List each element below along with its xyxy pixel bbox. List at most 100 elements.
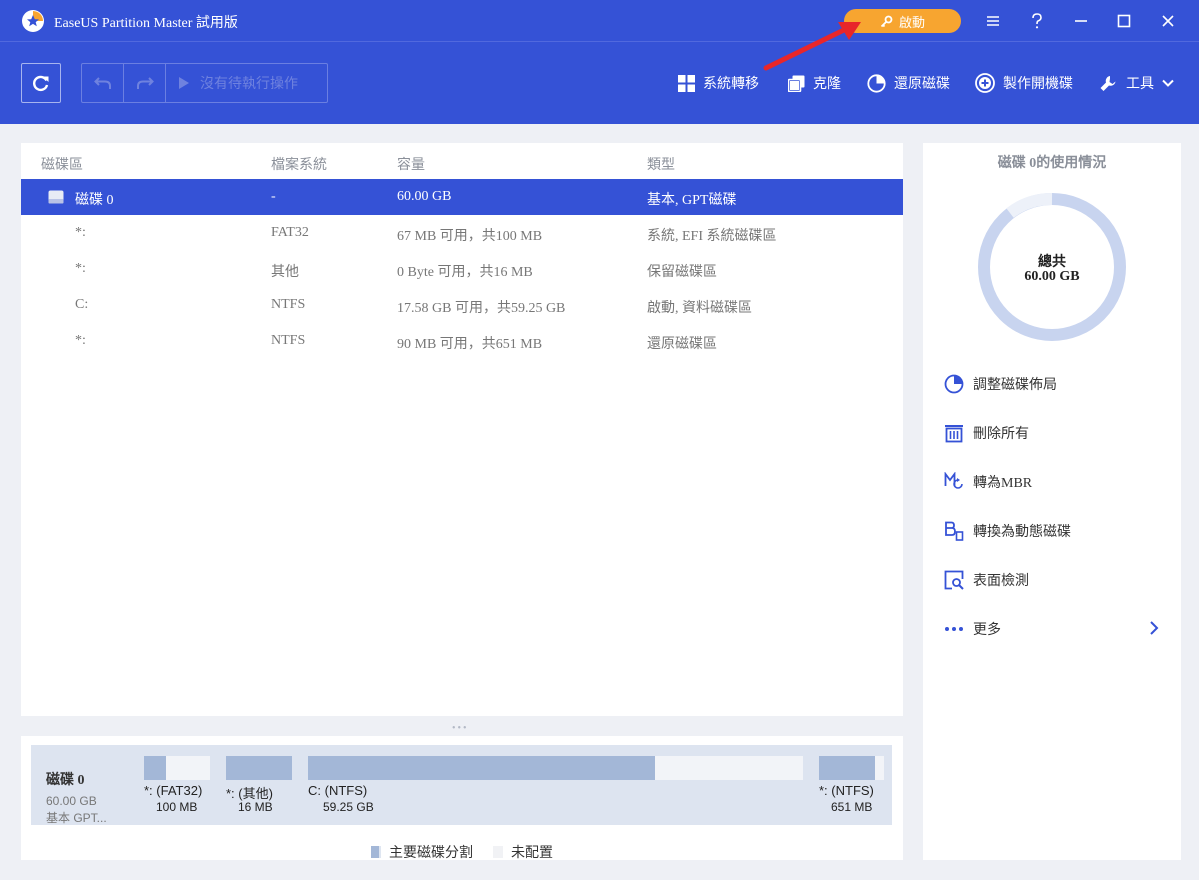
table-row[interactable]: C: NTFS 17.58 GB 可用，共59.25 GB 啟動, 資料磁碟區 — [21, 287, 903, 323]
convert-dynamic-icon — [945, 521, 964, 541]
legend-unallocated: 未配置 — [493, 842, 553, 862]
partition-block[interactable] — [226, 756, 292, 780]
partition-label: *: (NTFS) — [819, 783, 874, 798]
table-row-disk[interactable]: 磁碟 0 - 60.00 GB 基本, GPT磁碟 — [21, 179, 903, 215]
cell-volume: 磁碟 0 — [75, 193, 114, 208]
table-row[interactable]: *: FAT32 67 MB 可用，共100 MB 系統, EFI 系統磁碟區 — [21, 215, 903, 251]
partition-used-fill — [226, 756, 292, 780]
easeus-logo-icon — [22, 10, 44, 32]
close-button[interactable] — [1156, 9, 1180, 33]
hamburger-icon — [987, 16, 999, 26]
convert-mbr-icon — [944, 472, 963, 489]
windows-icon — [678, 74, 695, 92]
execute-pending-button[interactable]: 沒有待執行操作 — [166, 64, 327, 102]
cell-capacity: 90 MB 可用，共651 MB — [397, 337, 543, 352]
partition-block[interactable] — [144, 756, 210, 780]
help-button[interactable] — [1025, 9, 1049, 33]
partition-size: 16 MB — [238, 800, 273, 814]
hard-disk-icon — [48, 190, 64, 204]
action-surface-test[interactable]: 表面檢測 — [944, 569, 1159, 591]
redo-icon — [136, 77, 154, 89]
cell-capacity: 67 MB 可用，共100 MB — [397, 229, 543, 244]
legend-primary: 主要磁碟分割 — [371, 842, 473, 862]
tool-label: 工具 — [1126, 77, 1154, 92]
redo-button[interactable] — [124, 64, 166, 102]
close-icon — [1162, 15, 1174, 27]
activate-button[interactable]: 啟動 — [844, 9, 961, 33]
tool-bootable-media[interactable]: 製作開機碟 — [975, 72, 1073, 94]
action-label: 刪除所有 — [973, 427, 1029, 442]
disk-map-panel: 磁碟 0 60.00 GB 基本 GPT... *: (FAT32) 100 M… — [21, 736, 903, 862]
cell-capacity: 17.58 GB 可用，共59.25 GB — [397, 301, 566, 316]
partition-used-fill — [819, 756, 875, 780]
more-dots-icon — [945, 627, 963, 631]
tool-system-migration[interactable]: 系統轉移 — [678, 72, 759, 94]
key-icon — [880, 15, 893, 27]
partition-size: 100 MB — [156, 800, 198, 814]
action-more[interactable]: 更多 — [944, 618, 1159, 640]
delete-all-icon — [945, 425, 963, 443]
undo-icon — [93, 77, 111, 89]
minimize-button[interactable] — [1069, 9, 1093, 33]
bootable-media-icon — [975, 73, 995, 93]
partition-size: 59.25 GB — [323, 800, 374, 814]
partition-used-fill — [308, 756, 655, 780]
partition-block[interactable] — [819, 756, 884, 780]
usage-total-label: 總共 — [1038, 255, 1066, 270]
disk-map-row[interactable]: 磁碟 0 60.00 GB 基本 GPT... *: (FAT32) 100 M… — [31, 745, 892, 825]
tool-clone[interactable]: 克隆 — [788, 72, 841, 94]
partition-used-fill — [144, 756, 166, 780]
undo-button[interactable] — [82, 64, 124, 102]
action-label: 轉為MBR — [973, 476, 1033, 491]
column-header-type: 類型 — [647, 158, 675, 173]
cell-type: 基本, GPT磁碟 — [647, 193, 737, 208]
cell-capacity: 60.00 GB — [397, 189, 452, 204]
maximize-button[interactable] — [1112, 9, 1136, 33]
disk-map-type: 基本 GPT... — [46, 811, 107, 825]
action-adjust-layout[interactable]: 調整磁碟佈局 — [944, 373, 1159, 395]
column-header-filesystem: 檔案系統 — [271, 158, 327, 173]
activate-label: 啟動 — [898, 14, 925, 30]
maximize-icon — [1117, 14, 1131, 28]
refresh-button[interactable] — [21, 63, 61, 103]
table-row[interactable]: *: NTFS 90 MB 可用，共651 MB 還原磁碟區 — [21, 323, 903, 359]
cell-type: 啟動, 資料磁碟區 — [647, 301, 752, 316]
minimize-icon — [1075, 20, 1087, 22]
panel-splitter-handle[interactable]: ••• — [452, 723, 469, 734]
question-icon — [1032, 13, 1042, 29]
cell-type: 保留磁碟區 — [647, 265, 717, 280]
clone-icon — [788, 75, 805, 92]
action-label: 更多 — [973, 623, 1001, 638]
tool-restore-disk[interactable]: 還原磁碟 — [867, 72, 950, 94]
pie-layout-icon — [944, 374, 964, 394]
surface-test-icon — [944, 570, 964, 590]
usage-total-value: 60.00 GB — [1024, 269, 1080, 284]
cell-volume: *: — [75, 333, 86, 348]
pending-operations-label: 沒有待執行操作 — [200, 77, 298, 92]
refresh-icon — [33, 75, 49, 92]
tool-label: 克隆 — [813, 77, 841, 92]
cell-type: 系統, EFI 系統磁碟區 — [647, 229, 777, 244]
column-header-volume: 磁碟區 — [41, 158, 83, 173]
table-row[interactable]: *: 其他 0 Byte 可用，共16 MB 保留磁碟區 — [21, 251, 903, 287]
cell-filesystem: - — [271, 189, 276, 204]
menu-button[interactable] — [981, 9, 1005, 33]
action-convert-dynamic[interactable]: 轉換為動態磁碟 — [944, 520, 1159, 542]
legend-unallocated-label: 未配置 — [511, 846, 553, 861]
partition-size: 651 MB — [831, 800, 873, 814]
action-delete-all[interactable]: 刪除所有 — [944, 422, 1159, 444]
cell-volume: *: — [75, 261, 86, 276]
partition-block[interactable] — [308, 756, 803, 780]
cell-volume: C: — [75, 297, 89, 312]
disk-map-size: 60.00 GB — [46, 794, 97, 808]
legend-swatch-unallocated — [493, 846, 503, 858]
tool-label: 還原磁碟 — [894, 77, 950, 92]
action-convert-mbr[interactable]: 轉為MBR — [944, 471, 1159, 493]
cell-filesystem: 其他 — [271, 265, 299, 280]
disk-map-name: 磁碟 0 — [46, 773, 85, 788]
cell-volume: *: — [75, 225, 86, 240]
tool-tools-menu[interactable]: 工具 — [1099, 72, 1174, 94]
play-icon — [179, 77, 189, 89]
action-label: 調整磁碟佈局 — [973, 378, 1057, 393]
partition-label: *: (FAT32) — [144, 783, 203, 798]
